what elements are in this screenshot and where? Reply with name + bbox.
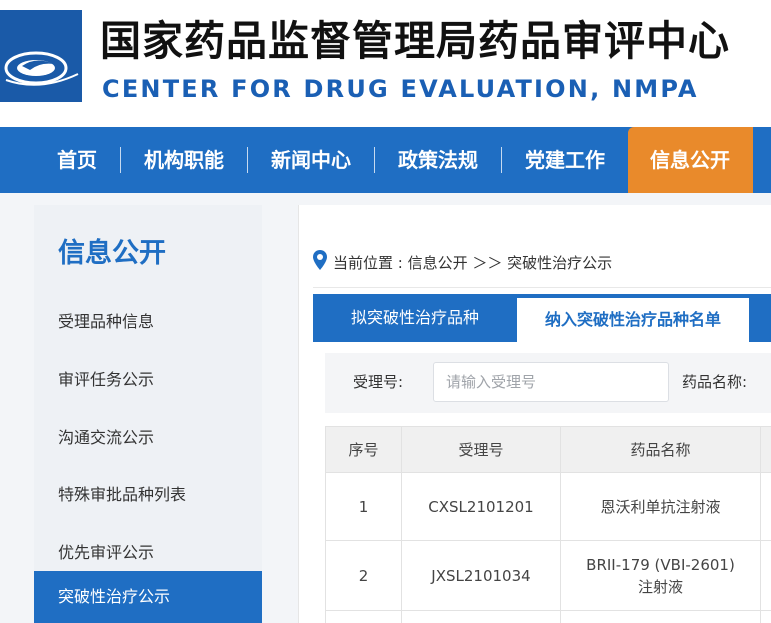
cell-more (760, 540, 771, 611)
cell-drug-name (560, 610, 761, 623)
nav-item-functions[interactable]: 机构职能 (121, 127, 247, 193)
table-row[interactable] (325, 610, 771, 623)
nav-item-home[interactable]: 首页 (0, 127, 120, 193)
cell-drug-name: 恩沃利单抗注射液 (560, 472, 761, 541)
cell-more (760, 610, 771, 623)
sidebar-item-special-approval[interactable]: 特殊审批品种列表 (34, 469, 262, 521)
cell-accept-no: JXSL2101034 (401, 540, 561, 611)
site-title-en: CENTER FOR DRUG EVALUATION, NMPA (102, 75, 699, 103)
accept-no-label: 受理号: (353, 373, 404, 391)
sidebar-title: 信息公开 (58, 238, 166, 269)
site-header: 国家药品监督管理局药品审评中心 CENTER FOR DRUG EVALUATI… (0, 0, 771, 127)
cell-no: 2 (325, 540, 402, 611)
nav-item-party[interactable]: 党建工作 (502, 127, 628, 193)
sidebar-item-breakthrough[interactable]: 突破性治疗公示 (34, 571, 262, 623)
table-header-row: 序号 受理号 药品名称 (325, 426, 771, 473)
main-nav: 首页 机构职能 新闻中心 政策法规 党建工作 信息公开 (0, 127, 771, 193)
site-title-cn: 国家药品监督管理局药品审评中心 (100, 17, 730, 65)
sidebar-item-communication[interactable]: 沟通交流公示 (34, 412, 262, 464)
tab-included-breakthrough[interactable]: 纳入突破性治疗品种名单 (517, 298, 749, 342)
location-pin-icon (313, 250, 327, 274)
cell-drug-name: BRII-179 (VBI-2601) 注射液 (560, 540, 761, 611)
nmpa-logo[interactable] (0, 10, 82, 102)
cell-more (760, 472, 771, 541)
search-panel: 受理号: 药品名称: (325, 353, 771, 413)
col-header-accept-no: 受理号 (401, 426, 561, 473)
col-header-no: 序号 (325, 426, 402, 473)
nav-item-info[interactable]: 信息公开 (628, 127, 753, 193)
drug-name-label: 药品名称: (682, 373, 748, 391)
cell-accept-no (401, 610, 561, 623)
page-body: 信息公开 受理品种信息 审评任务公示 沟通交流公示 特殊审批品种列表 优先审评公… (0, 193, 771, 623)
nav-item-news[interactable]: 新闻中心 (248, 127, 374, 193)
sidebar: 信息公开 受理品种信息 审评任务公示 沟通交流公示 特殊审批品种列表 优先审评公… (34, 205, 262, 623)
main-content: 当前位置 : 信息公开 ＞＞ 突破性治疗公示 拟突破性治疗品种 纳入突破性治疗品… (298, 205, 771, 623)
cell-accept-no: CXSL2101201 (401, 472, 561, 541)
tab-bar: 拟突破性治疗品种 纳入突破性治疗品种名单 (313, 294, 771, 342)
breadcrumb-text: 当前位置 : 信息公开 ＞＞ 突破性治疗公示 (333, 253, 613, 272)
breadcrumb: 当前位置 : 信息公开 ＞＞ 突破性治疗公示 (313, 249, 612, 275)
divider (313, 287, 771, 288)
col-header-drug-name: 药品名称 (560, 426, 761, 473)
sidebar-item-accepted[interactable]: 受理品种信息 (34, 296, 262, 348)
table-row[interactable]: 1 CXSL2101201 恩沃利单抗注射液 (325, 472, 771, 541)
results-table: 序号 受理号 药品名称 1 CXSL2101201 恩沃利单抗注射液 2 JXS… (325, 426, 771, 623)
cell-no: 1 (325, 472, 402, 541)
table-row[interactable]: 2 JXSL2101034 BRII-179 (VBI-2601) 注射液 (325, 540, 771, 611)
col-header-more (760, 426, 771, 473)
accept-no-input[interactable] (433, 362, 669, 402)
nav-item-policy[interactable]: 政策法规 (375, 127, 501, 193)
tab-proposed-breakthrough[interactable]: 拟突破性治疗品种 (313, 294, 517, 342)
sidebar-item-review-tasks[interactable]: 审评任务公示 (34, 354, 262, 406)
cell-no (325, 610, 402, 623)
